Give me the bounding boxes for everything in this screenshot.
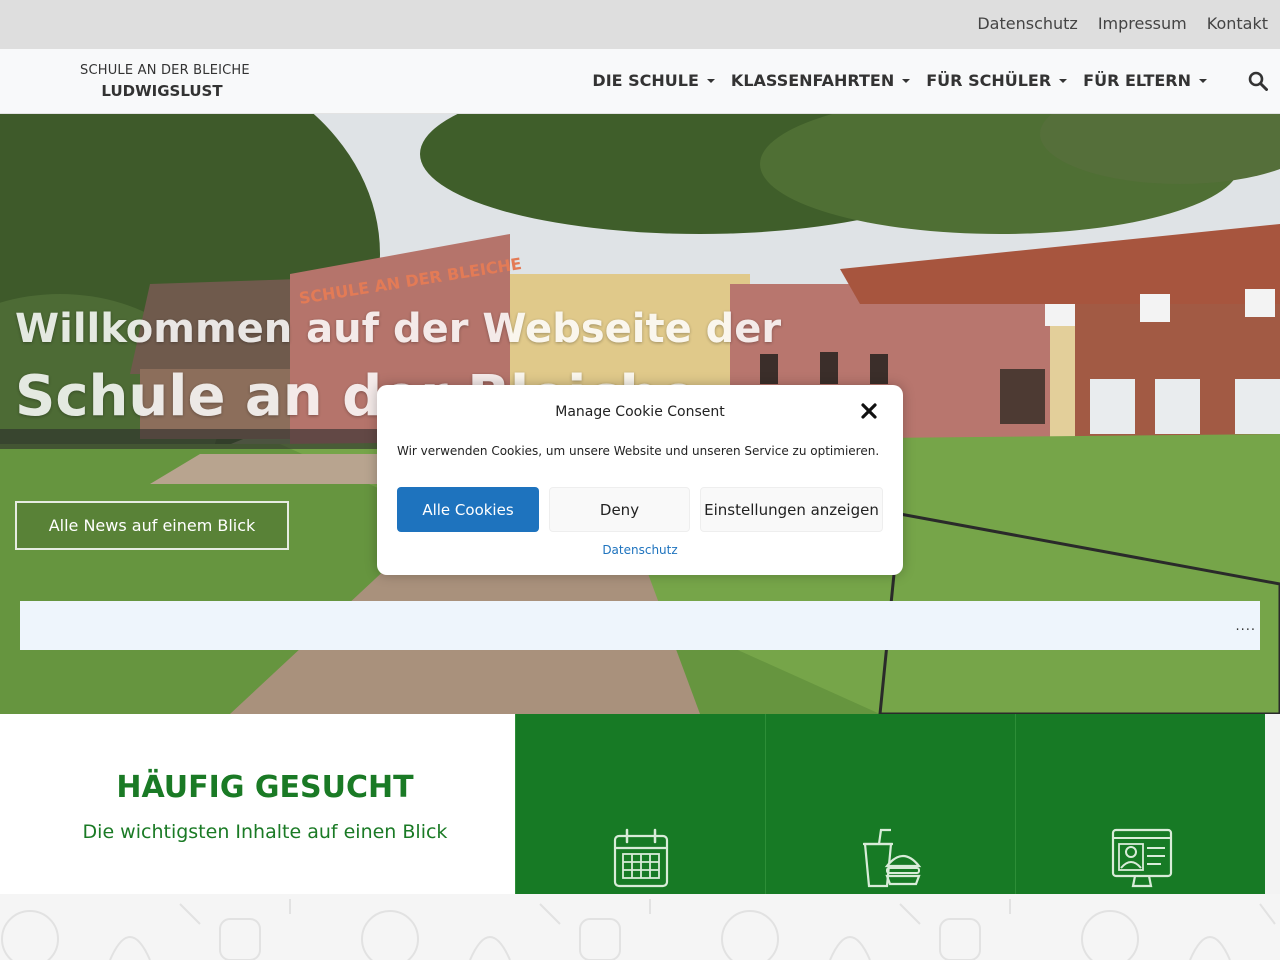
deny-cookies-button[interactable]: Deny [549,487,690,532]
search-icon[interactable] [1248,71,1268,91]
logo-line-2: LUDWIGSLUST [101,82,223,100]
frequently-searched-section: HÄUFIG GESUCHT Die wichtigsten Inhalte a… [0,714,515,894]
main-nav: DIE SCHULE KLASSENFAHRTEN FÜR SCHÜLER FÜ… [592,71,1207,90]
decorative-pattern-background [0,894,1280,960]
hero-title-line-1: Willkommen auf der Webseite der [15,306,782,352]
top-link-impressum[interactable]: Impressum [1098,14,1187,33]
school-doodle-pattern-icon [1,899,1276,960]
nav-label: FÜR ELTERN [1083,71,1191,90]
quick-link-tile-profile[interactable] [1015,714,1265,894]
site-logo[interactable]: SCHULE AN DER BLEICHE LUDWIGSLUST [80,63,250,100]
nav-item-fuer-eltern[interactable]: FÜR ELTERN [1083,71,1207,90]
caret-down-icon [902,78,911,83]
top-bar: Datenschutz Impressum Kontakt [0,0,1280,49]
nav-item-klassenfahrten[interactable]: KLASSENFAHRTEN [730,71,911,90]
logo-line-1: SCHULE AN DER BLEICHE [80,63,250,78]
calendar-icon [613,828,669,888]
cookie-title: Manage Cookie Consent [555,404,725,420]
cookie-consent-dialog: Manage Cookie Consent Wir verwenden Cook… [377,385,903,575]
computer-profile-icon [1111,828,1173,888]
nav-label: KLASSENFAHRTEN [730,71,895,90]
nav-label: DIE SCHULE [592,71,699,90]
all-news-button[interactable]: Alle News auf einem Blick [15,501,289,550]
food-menu-icon [863,828,922,888]
cookie-preferences-button[interactable]: Einstellungen anzeigen [700,487,883,532]
cookie-message: Wir verwenden Cookies, um unsere Website… [397,444,880,458]
quick-link-tiles [515,714,1265,894]
nav-item-die-schule[interactable]: DIE SCHULE [592,71,715,90]
section-subheading: Die wichtigsten Inhalte auf einen Blick [82,821,448,843]
caret-down-icon [706,78,715,83]
accept-all-cookies-button[interactable]: Alle Cookies [397,487,539,532]
top-links: Datenschutz Impressum Kontakt [977,14,1268,33]
quick-link-tile-calendar[interactable] [515,714,765,894]
section-heading: HÄUFIG GESUCHT [116,770,414,805]
cookie-privacy-link[interactable]: Datenschutz [377,543,903,557]
top-link-kontakt[interactable]: Kontakt [1207,14,1268,33]
caret-down-icon [1059,78,1068,83]
close-icon[interactable] [859,401,879,421]
nav-item-fuer-schueler[interactable]: FÜR SCHÜLER [926,71,1068,90]
site-header: SCHULE AN DER BLEICHE LUDWIGSLUST DIE SC… [0,49,1280,114]
top-link-datenschutz[interactable]: Datenschutz [977,14,1077,33]
news-ticker[interactable]: .... [20,601,1260,650]
quick-link-tile-food[interactable] [765,714,1015,894]
ticker-more: .... [1235,619,1256,634]
nav-label: FÜR SCHÜLER [926,71,1052,90]
caret-down-icon [1199,78,1207,83]
